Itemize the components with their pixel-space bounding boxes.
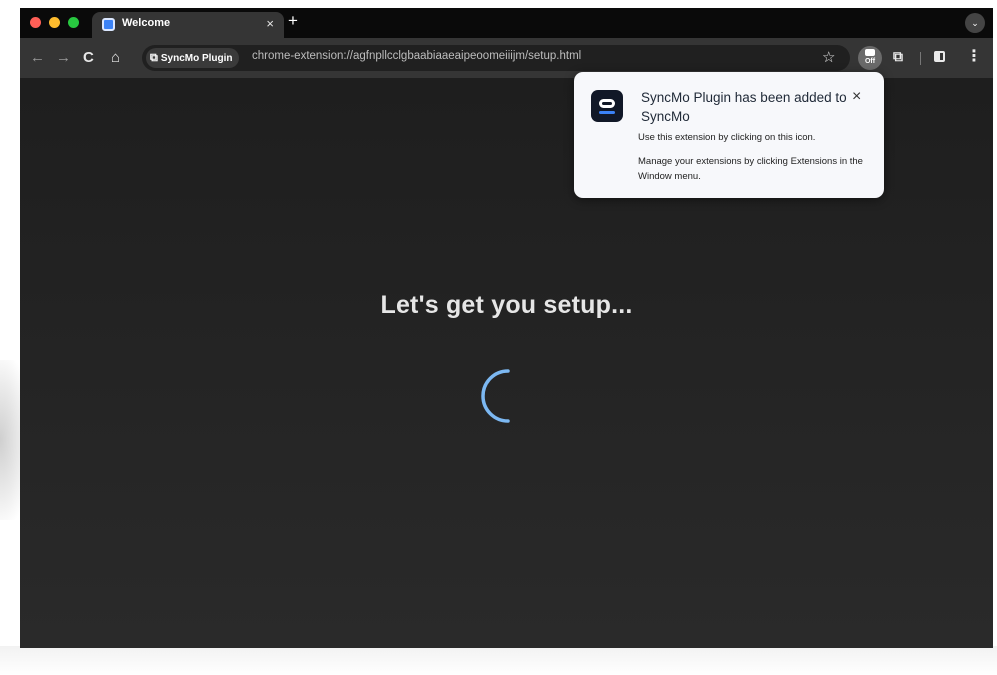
syncmo-app-icon xyxy=(591,90,623,122)
tab-search-dropdown-icon[interactable]: ⌄ xyxy=(965,13,985,33)
reload-icon[interactable]: C xyxy=(83,49,94,67)
syncmo-logo-ring xyxy=(599,99,615,108)
window-zoom-button[interactable] xyxy=(68,17,79,28)
tab-title: Welcome xyxy=(122,17,171,29)
home-icon[interactable]: ⌂ xyxy=(111,49,120,67)
back-arrow-icon[interactable]: ← xyxy=(30,49,45,67)
popup-title: SyncMo Plugin has been added to SyncMo xyxy=(641,90,847,124)
puzzle-icon: ⧉ xyxy=(150,52,158,64)
side-panel-icon[interactable] xyxy=(934,51,945,62)
forward-arrow-icon[interactable]: → xyxy=(56,49,71,67)
page-heading: Let's get you setup... xyxy=(380,291,633,319)
window-close-button[interactable] xyxy=(30,17,41,28)
window-minimize-button[interactable] xyxy=(49,17,60,28)
tab-strip: Welcome × + ⌄ xyxy=(20,8,993,38)
address-bar[interactable]: ⧉ SyncMo Plugin chrome-extension://agfnpl… xyxy=(142,45,850,71)
site-chip-label: SyncMo Plugin xyxy=(160,53,233,64)
extensions-puzzle-icon[interactable]: ⧉ xyxy=(893,48,903,65)
loading-spinner-icon xyxy=(481,369,510,423)
tab-close-icon[interactable]: × xyxy=(266,16,274,32)
popup-instruction-text: Use this extension by clicking on this i… xyxy=(638,132,816,143)
bookmark-star-icon[interactable]: ☆ xyxy=(822,48,835,66)
syncmo-extension-icon xyxy=(865,49,875,56)
browser-menu-icon[interactable]: ⋮ xyxy=(966,46,982,66)
popup-manage-text: Manage your extensions by clicking Exten… xyxy=(638,156,863,182)
popup-close-icon[interactable]: × xyxy=(852,88,861,106)
extension-added-popup: SyncMo Plugin has been added to SyncMo ×… xyxy=(574,72,884,198)
extension-off-badge: Off xyxy=(864,58,876,65)
site-info-chip[interactable]: ⧉ SyncMo Plugin xyxy=(146,48,239,68)
desktop-backdrop-bottom xyxy=(0,646,997,675)
url-text[interactable]: chrome-extension://agfnpllcclgbaabiaaeai… xyxy=(252,50,581,62)
syncmo-logo-bar xyxy=(599,111,615,114)
pinned-extension-button[interactable]: Off xyxy=(858,46,882,70)
syncmo-favicon-icon xyxy=(102,18,115,31)
toolbar-divider xyxy=(920,52,921,65)
new-tab-button[interactable]: + xyxy=(288,11,298,31)
tab-welcome[interactable]: Welcome × xyxy=(92,12,284,38)
